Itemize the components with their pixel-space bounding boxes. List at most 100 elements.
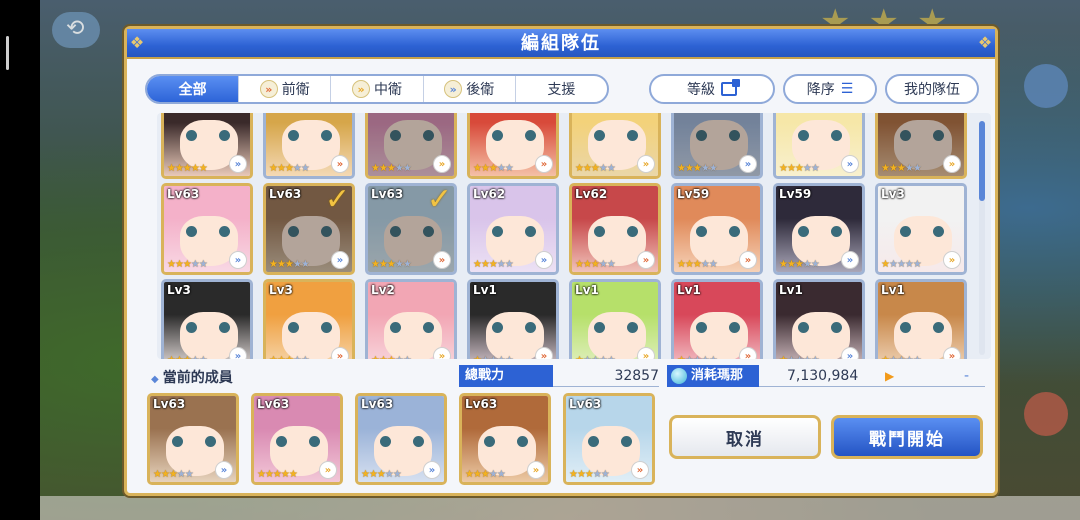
roster-character-card[interactable]: ★★★★★ »	[773, 113, 865, 179]
character-eyes	[380, 436, 424, 447]
tab-0[interactable]: 全部	[147, 76, 240, 102]
level-label: Lv3	[881, 187, 905, 201]
roster-character-card[interactable]: Lv1 ★★★★★ »	[671, 279, 763, 359]
level-label: Lv3	[269, 283, 293, 297]
roster-character-card[interactable]: ★★★★★ » ✓	[875, 113, 967, 179]
my-team-button[interactable]: 我的隊伍	[885, 74, 979, 104]
roster-character-card[interactable]: Lv63 ★★★★★ » ✓	[263, 183, 355, 275]
level-label: Lv63	[371, 187, 404, 201]
front-role-icon: »	[943, 347, 961, 359]
total-power-label: 總戰力	[459, 365, 553, 387]
roster-scrollbar[interactable]	[979, 121, 985, 355]
character-eyes	[696, 226, 740, 237]
roster-character-card[interactable]: Lv3 ★★★★★ »	[161, 279, 253, 359]
my-team-label: 我的隊伍	[904, 82, 960, 98]
back-role-icon: »	[535, 251, 553, 269]
dialog-title: 編組隊伍	[521, 33, 601, 54]
roster-character-card[interactable]: ★★★★★ »	[467, 113, 559, 179]
character-eyes	[288, 130, 332, 141]
roster-character-card[interactable]: Lv1 ★★★★★ »	[569, 279, 661, 359]
back-role-icon: »	[841, 155, 859, 173]
level-label: Lv1	[881, 283, 905, 297]
checkmark-icon: ✓	[324, 183, 350, 217]
team-member-card[interactable]: Lv63 ★★★★★ »	[355, 393, 447, 485]
team-member-card[interactable]: Lv63 ★★★★★ »	[251, 393, 343, 485]
character-eyes	[186, 226, 230, 237]
front-role-icon: »	[331, 347, 349, 359]
back-role-icon: »	[215, 461, 233, 479]
ornament-icon: ❖	[977, 33, 993, 52]
character-eyes	[900, 226, 944, 237]
star-rating-icon: ★★★★★	[569, 469, 610, 480]
arrow-right-icon: ▶	[885, 369, 895, 383]
mana-cost-text: 消耗瑪那	[691, 368, 744, 383]
roster-character-card[interactable]: Lv63 ★★★★★ » ✓	[365, 183, 457, 275]
roster-character-card[interactable]: Lv63 ★★★★★ »	[161, 183, 253, 275]
star-rating-icon: ★★★★★	[779, 355, 820, 359]
mid-role-icon: »	[637, 155, 655, 173]
character-eyes	[288, 322, 332, 333]
tab-label: 後衛	[466, 82, 495, 98]
level-label: Lv63	[167, 187, 200, 201]
star-rating-icon: ★★★★★	[361, 469, 402, 480]
roster-character-card[interactable]: ★★★★★ » ✓	[671, 113, 763, 179]
star-rating-icon: ★★★★★	[257, 469, 298, 480]
background-bottom-nav	[40, 496, 1080, 520]
level-label: Lv63	[153, 397, 186, 411]
roster-character-card[interactable]: Lv1 ★★★★★ »	[875, 279, 967, 359]
star-rating-icon: ★★★★★	[167, 163, 208, 174]
total-power-box: 總戰力 32857	[459, 365, 659, 387]
tab-4[interactable]: 支援	[516, 76, 607, 102]
tab-1[interactable]: » 前衛	[239, 76, 332, 102]
star-rating-icon: ★★★★★	[269, 259, 310, 270]
roster-character-card[interactable]: Lv3 ★★★★★ »	[263, 279, 355, 359]
character-eyes	[186, 322, 230, 333]
dialog-header: ❖ 編組隊伍 ❖	[127, 29, 995, 59]
tab-2[interactable]: » 中衛	[331, 76, 424, 102]
character-eyes	[390, 322, 434, 333]
back-role-icon: »	[229, 347, 247, 359]
roster-character-card[interactable]: ★★★★★ »	[569, 113, 661, 179]
star-rating-icon: ★★★★★	[575, 259, 616, 270]
roster-character-card[interactable]: Lv1 ★★★★★ »	[773, 279, 865, 359]
front-role-icon: »	[331, 155, 349, 173]
roster-character-card[interactable]: Lv59 ★★★★★ »	[773, 183, 865, 275]
sort-level-button[interactable]: 等級	[649, 74, 775, 104]
star-rating-icon: ★★★★★	[575, 163, 616, 174]
scrollbar-thumb[interactable]	[979, 121, 985, 201]
roster-character-card[interactable]: ★★★★★ »	[161, 113, 253, 179]
roster-character-card[interactable]: Lv62 ★★★★★ »	[467, 183, 559, 275]
battle-start-button[interactable]: 戰鬥開始	[831, 415, 983, 459]
roster-character-card[interactable]: ★★★★★ » ✓	[365, 113, 457, 179]
mana-result-value: -	[963, 368, 969, 384]
level-label: Lv63	[257, 397, 290, 411]
roster-character-card[interactable]: Lv59 ★★★★★ »	[671, 183, 763, 275]
roster-character-card[interactable]: Lv2 ★★★★★ »	[365, 279, 457, 359]
mid-role-icon: »	[319, 461, 337, 479]
tab-3[interactable]: » 後衛	[424, 76, 516, 102]
team-member-card[interactable]: Lv63 ★★★★★ »	[147, 393, 239, 485]
character-eyes	[594, 130, 638, 141]
star-rating-icon: ★★★★★	[677, 163, 718, 174]
character-eyes	[492, 322, 536, 333]
roster-character-card[interactable]: Lv1 ★★★★★ »	[467, 279, 559, 359]
mid-role-icon: »	[433, 347, 451, 359]
back-role-icon: »	[739, 155, 757, 173]
star-rating-icon: ★★★★★	[473, 355, 514, 359]
team-member-card[interactable]: Lv63 ★★★★★ »	[563, 393, 655, 485]
mana-cost-box: 消耗瑪那 7,130,984 ▶ -	[667, 365, 985, 387]
cancel-button[interactable]: 取消	[669, 415, 821, 459]
tab-label: 全部	[178, 82, 207, 98]
back-role-icon: »	[841, 251, 859, 269]
star-rating-icon: ★★★★★	[677, 355, 718, 359]
roster-character-card[interactable]: ★★★★★ »	[263, 113, 355, 179]
roster-character-card[interactable]: Lv3 ★★★★★ »	[875, 183, 967, 275]
team-member-card[interactable]: Lv63 ★★★★★ »	[459, 393, 551, 485]
star-rating-icon: ★★★★★	[465, 469, 506, 480]
order-button[interactable]: 降序 ☰	[783, 74, 877, 104]
level-label: Lv63	[269, 187, 302, 201]
roster-character-card[interactable]: Lv62 ★★★★★ »	[569, 183, 661, 275]
level-label: Lv63	[569, 397, 602, 411]
front-role-icon: »	[739, 347, 757, 359]
star-rating-icon: ★★★★★	[779, 163, 820, 174]
